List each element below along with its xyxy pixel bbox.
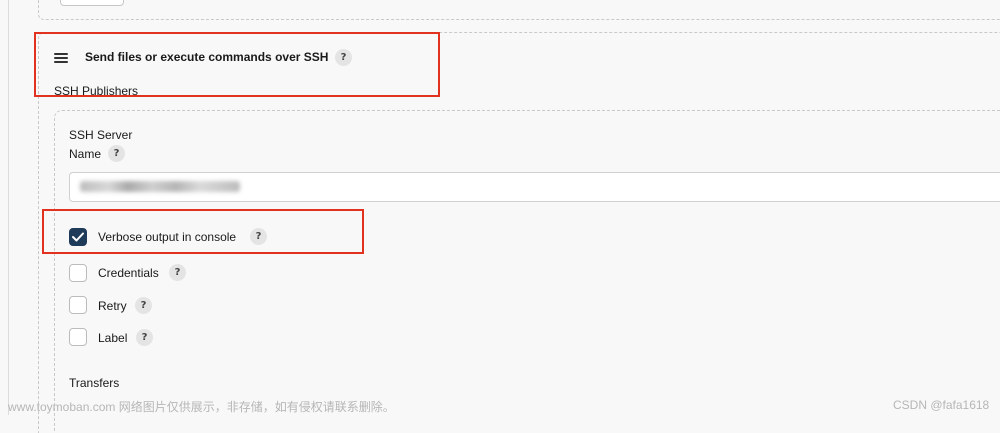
- label-checkbox[interactable]: [69, 328, 87, 346]
- retry-checkbox[interactable]: [69, 296, 87, 314]
- name-label: Name: [69, 147, 102, 161]
- retry-label: Retry: [98, 299, 127, 313]
- ssh-server-heading: SSH Server: [69, 128, 133, 142]
- watermark-right-text: CSDN @fafa1618: [893, 398, 990, 412]
- retry-help-icon[interactable]: ?: [135, 297, 152, 314]
- credentials-help-icon[interactable]: ?: [169, 264, 186, 281]
- server-name-field[interactable]: [69, 172, 1000, 202]
- label-option-label: Label: [98, 331, 128, 345]
- previous-step-section: [38, 0, 1000, 20]
- previous-step-button[interactable]: [60, 0, 124, 6]
- credentials-checkbox[interactable]: [69, 264, 87, 282]
- title-highlight-box: [34, 32, 440, 97]
- watermark: www.toymoban.com 网络图片仅供展示，非存储，如有侵权请联系删除。…: [0, 396, 1000, 415]
- redacted-server-name: [80, 181, 240, 192]
- ssh-publisher-item: [54, 110, 1000, 431]
- transfers-label: Transfers: [69, 376, 120, 390]
- page-left-border: [8, 0, 9, 415]
- watermark-left-text: www.toymoban.com 网络图片仅供展示，非存储，如有侵权请联系删除。: [8, 400, 395, 414]
- verbose-highlight-box: [42, 209, 364, 254]
- name-help-icon[interactable]: ?: [108, 145, 125, 162]
- label-help-icon[interactable]: ?: [136, 329, 153, 346]
- credentials-label: Credentials: [98, 266, 159, 280]
